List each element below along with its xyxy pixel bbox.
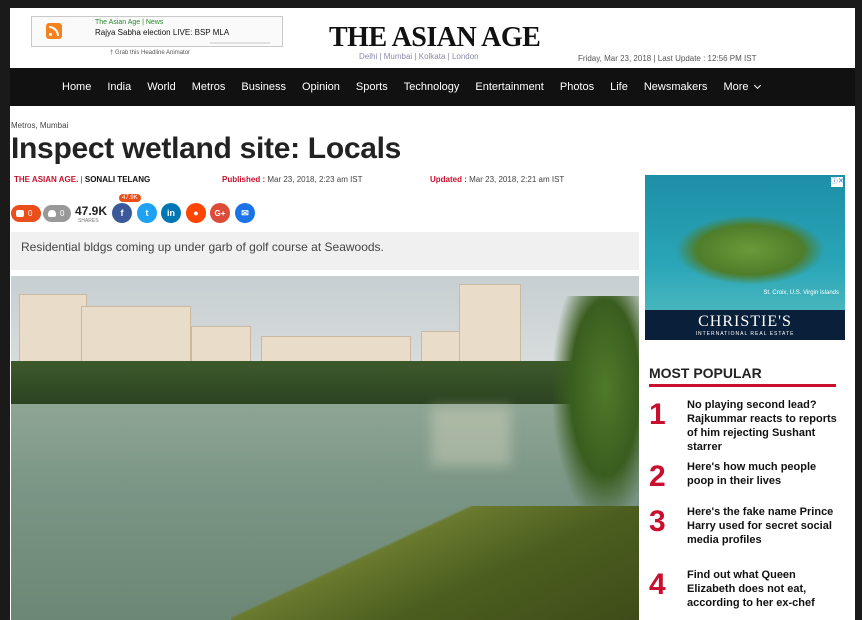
share-count: 47.9K (75, 204, 108, 218)
comments-button[interactable]: 0 (11, 205, 41, 222)
source-name[interactable]: THE ASIAN AGE. (14, 175, 78, 184)
page: The Asian Age | News Rajya Sabha electio… (10, 8, 855, 620)
most-popular-link[interactable]: Here's how much people poop in their liv… (687, 460, 837, 488)
site-logo[interactable]: THE ASIAN AGE (329, 22, 541, 54)
nav-entertainment[interactable]: Entertainment (475, 81, 543, 93)
nav-newsmakers[interactable]: Newsmakers (644, 81, 708, 93)
twitter-icon: t (145, 208, 149, 218)
published-date: Published : Mar 23, 2018, 2:23 am IST (222, 175, 363, 184)
facebook-share-badge: 47.9K (119, 194, 141, 202)
ad-brand-name: CHRISTIE'S (698, 313, 792, 330)
reddit-share-button[interactable]: ● (186, 203, 206, 223)
linkedin-share-button[interactable]: in (161, 203, 181, 223)
nav-life[interactable]: Life (610, 81, 628, 93)
ad-island-image (675, 215, 825, 285)
nav-technology[interactable]: Technology (404, 81, 460, 93)
rss-progress (210, 42, 270, 44)
photo-grass-bank (231, 506, 639, 620)
email-icon: ✉ (241, 207, 249, 218)
reddit-icon: ● (193, 208, 199, 218)
updated-date: Updated : Mar 23, 2018, 2:21 am IST (430, 175, 564, 184)
ad-brand-bar: CHRISTIE'S INTERNATIONAL REAL ESTATE (645, 310, 845, 340)
comment-icon (16, 210, 24, 217)
nav-metros[interactable]: Metros (192, 81, 226, 93)
nav-photos[interactable]: Photos (560, 81, 594, 93)
author-name[interactable]: SONALI TELANG (85, 175, 150, 184)
ad-caption: St. Croix, U.S. Virgin Islands (763, 290, 839, 296)
photo-treeline (11, 361, 639, 406)
most-popular-rank: 4 (649, 568, 666, 601)
article-summary: Residential bldgs coming up under garb o… (11, 232, 639, 270)
googleplus-share-button[interactable]: G+ (210, 203, 230, 223)
main-nav: Home India World Metros Business Opinion… (10, 68, 855, 106)
most-popular-divider (649, 384, 836, 387)
rss-source[interactable]: The Asian Age | News (95, 19, 163, 26)
nav-business[interactable]: Business (241, 81, 286, 93)
nav-world[interactable]: World (147, 81, 176, 93)
most-popular-heading: MOST POPULAR (649, 365, 762, 381)
byline: THE ASIAN AGE. | SONALI TELANG (14, 175, 151, 184)
edition-cities: Delhi | Mumbai | Kolkata | London (359, 52, 479, 61)
published-label: Published : (222, 175, 266, 184)
published-value: Mar 23, 2018, 2:23 am IST (267, 175, 363, 184)
nav-home[interactable]: Home (62, 81, 91, 93)
facebook-share-button[interactable]: f (112, 203, 132, 223)
breadcrumb[interactable]: Metros, Mumbai (11, 121, 68, 130)
share-label: SHARES (78, 218, 99, 224)
email-share-button[interactable]: ✉ (235, 203, 255, 223)
ad-brand-subtitle: INTERNATIONAL REAL ESTATE (695, 331, 795, 337)
likes-count: 0 (60, 209, 65, 218)
facebook-icon: f (120, 208, 124, 218)
googleplus-icon: G+ (214, 208, 226, 218)
linkedin-icon: in (167, 208, 175, 218)
most-popular-link[interactable]: Find out what Queen Elizabeth does not e… (687, 568, 837, 610)
nav-india[interactable]: India (107, 81, 131, 93)
updated-value: Mar 23, 2018, 2:21 am IST (469, 175, 565, 184)
nav-sports[interactable]: Sports (356, 81, 388, 93)
heart-icon (48, 210, 56, 217)
twitter-share-button[interactable]: t (137, 203, 157, 223)
rss-headline[interactable]: Rajya Sabha election LIVE: BSP MLA (95, 28, 229, 37)
comments-count: 0 (28, 209, 33, 218)
rss-icon (46, 23, 62, 39)
updated-label: Updated : (430, 175, 467, 184)
ad-info-close-icon[interactable]: ⓘ✕ (831, 177, 844, 187)
advertisement[interactable]: ⓘ✕ St. Croix, U.S. Virgin Islands CHRIST… (645, 175, 845, 340)
most-popular-link[interactable]: Here's the fake name Prince Harry used f… (687, 505, 837, 547)
nav-opinion[interactable]: Opinion (302, 81, 340, 93)
most-popular-link[interactable]: No playing second lead? Rajkummar reacts… (687, 398, 837, 454)
most-popular-rank: 3 (649, 505, 666, 538)
chevron-down-icon (753, 81, 761, 90)
article-title: Inspect wetland site: Locals (11, 132, 402, 165)
article-lead-image (11, 276, 639, 620)
nav-more-label: More (723, 81, 749, 93)
like-button[interactable]: 0 (43, 205, 71, 222)
photo-bush (551, 296, 639, 526)
most-popular-rank: 1 (649, 398, 666, 431)
nav-more[interactable]: More (723, 81, 761, 93)
grab-animator-link[interactable]: † Grab this Headline Animator (110, 50, 190, 56)
photo-reflection (431, 406, 511, 466)
most-popular-rank: 2 (649, 460, 666, 493)
dateline: Friday, Mar 23, 2018 | Last Update : 12:… (578, 54, 757, 63)
